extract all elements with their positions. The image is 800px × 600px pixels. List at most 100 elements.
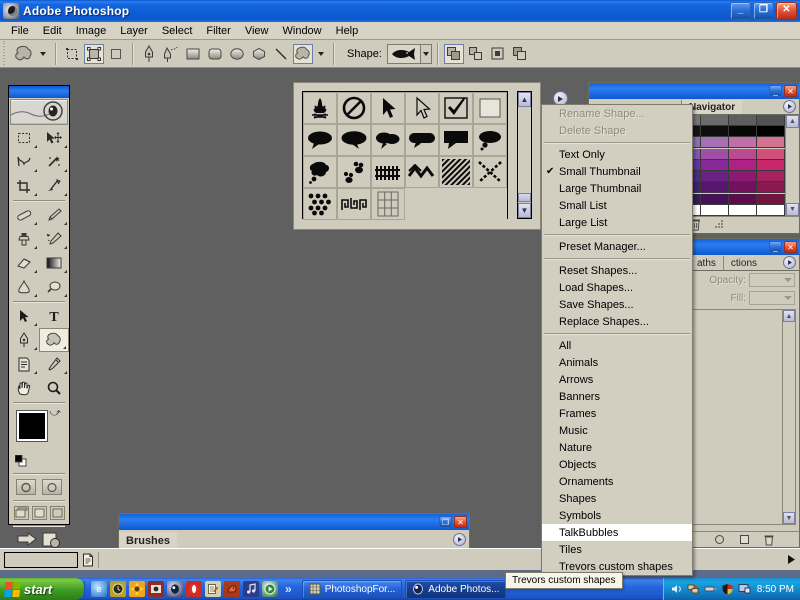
layers-palette-title-bar[interactable]: _ ✕ [689,239,799,255]
quick-mask-mode-button[interactable] [42,479,62,495]
color-swatch[interactable] [701,137,729,148]
color-swatch[interactable] [729,137,757,148]
color-swatch[interactable] [729,115,757,126]
color-swatch[interactable] [729,205,757,216]
menu-select[interactable]: Select [155,23,200,39]
color-swatch[interactable] [757,149,785,160]
tool-eyedropper[interactable] [39,352,69,376]
menu-layer[interactable]: Layer [113,23,155,39]
color-swatch[interactable] [701,205,729,216]
add-to-shape-area-button[interactable] [444,44,464,64]
color-swatch[interactable] [757,171,785,182]
tool-custom-shape[interactable] [39,328,69,352]
menu-help[interactable]: Help [329,23,366,39]
subtract-from-shape-area-button[interactable] [466,44,486,64]
tool-slice[interactable] [39,174,69,198]
minimize-button[interactable]: _ [730,2,751,20]
layers-palette-menu-button[interactable] [783,256,796,269]
shape-thought-bubble-1[interactable] [473,124,507,156]
volume-icon[interactable] [670,583,683,595]
tool-magic-wand[interactable] [39,150,69,174]
tool-move[interactable] [39,126,69,150]
color-swatch[interactable] [729,149,757,160]
scroll-up-arrow-icon[interactable]: ▲ [518,92,531,107]
tab-paths[interactable]: aths [689,256,723,270]
brushes-palette-title-bar[interactable]: ❐ ✕ [119,514,469,530]
color-swatch[interactable] [757,137,785,148]
options-bar-grip[interactable] [0,41,9,67]
tool-dodge[interactable] [39,275,69,299]
menu-filter[interactable]: Filter [199,23,237,39]
menu-file[interactable]: File [4,23,36,39]
menu-item-rename-shape[interactable]: Rename Shape... [542,105,692,122]
menu-item-frames[interactable]: Frames [542,405,692,422]
player-icon[interactable] [262,581,278,597]
sunflower-icon[interactable] [129,581,145,597]
music-icon[interactable] [243,581,259,597]
status-arrow-icon[interactable] [782,554,800,565]
shape-layers-mode-button[interactable] [62,44,82,64]
menu-item-arrows[interactable]: Arrows [542,371,692,388]
menu-item-small-thumbnail[interactable]: Small Thumbnail [542,163,692,180]
zoom-level-input[interactable] [4,552,78,568]
menu-item-tiles[interactable]: Tiles [542,541,692,558]
fill-input[interactable] [749,291,795,305]
color-swatch[interactable] [701,160,729,171]
menu-item-reset-shapes[interactable]: Reset Shapes... [542,262,692,279]
brushes-restore-button[interactable]: ❐ [439,516,452,528]
swatches-palette-title-bar[interactable]: _ ✕ [589,83,799,99]
shape-picker-dropdown-button[interactable] [421,44,432,64]
swatches-scroll-down-icon[interactable]: ▼ [786,203,799,216]
shape-no-symbol[interactable] [337,92,371,124]
color-swatch[interactable] [757,160,785,171]
tool-healing-brush[interactable] [9,203,39,227]
line-tool-button[interactable] [271,44,291,64]
menu-item-delete-shape[interactable]: Delete Shape [542,122,692,139]
menu-image[interactable]: Image [69,23,114,39]
opera-icon[interactable] [186,581,202,597]
menu-item-load-shapes[interactable]: Load Shapes... [542,279,692,296]
fill-chevron-down-icon[interactable] [784,296,792,300]
menu-item-large-thumbnail[interactable]: Large Thumbnail [542,180,692,197]
freeform-pen-tool-button[interactable] [161,44,181,64]
shape-zigzag[interactable] [405,156,439,188]
swatches-close-button[interactable]: ✕ [784,85,797,97]
menu-item-replace-shapes[interactable]: Replace Shapes... [542,313,692,330]
color-swatch[interactable] [701,126,729,137]
swatches-resize-grip[interactable] [715,220,724,229]
menu-item-symbols[interactable]: Symbols [542,507,692,524]
dragon-icon[interactable] [224,581,240,597]
restore-button[interactable]: ❐ [753,2,774,20]
color-swatch[interactable] [757,182,785,193]
exclude-overlapping-shape-areas-button[interactable] [510,44,530,64]
scrollbar-thumb[interactable] [518,193,531,202]
shape-talk-bubble-2[interactable] [337,124,371,156]
start-button[interactable]: start [0,578,84,600]
menu-item-preset-manager[interactable]: Preset Manager... [542,238,692,255]
shape-hatch-pattern[interactable] [439,156,473,188]
tab-actions[interactable]: ctions [723,256,764,270]
foreground-color-swatch[interactable] [17,411,47,441]
menu-window[interactable]: Window [276,23,329,39]
color-swatch[interactable] [701,194,729,205]
tool-type[interactable]: T [39,304,69,328]
usb-icon[interactable] [704,583,717,595]
color-swatch[interactable] [701,171,729,182]
network-icon[interactable] [687,583,700,595]
rectangle-tool-button[interactable] [183,44,203,64]
layers-minimize-button[interactable]: _ [769,241,782,253]
swatches-scroll-up-icon[interactable]: ▲ [786,115,799,128]
tool-blur[interactable] [9,275,39,299]
new-layer-icon[interactable] [739,534,750,545]
custom-shape-tool-button[interactable] [293,44,313,64]
color-swatch[interactable] [729,194,757,205]
paths-mode-button[interactable] [84,44,104,64]
menu-item-nature[interactable]: Nature [542,439,692,456]
tool-eraser[interactable] [9,251,39,275]
winamp-icon[interactable] [110,581,126,597]
swatches-minimize-button[interactable]: _ [769,85,782,97]
notes-icon[interactable] [205,581,221,597]
menu-item-all[interactable]: All [542,337,692,354]
shield-icon[interactable] [721,583,734,595]
tool-hand[interactable] [9,376,39,400]
